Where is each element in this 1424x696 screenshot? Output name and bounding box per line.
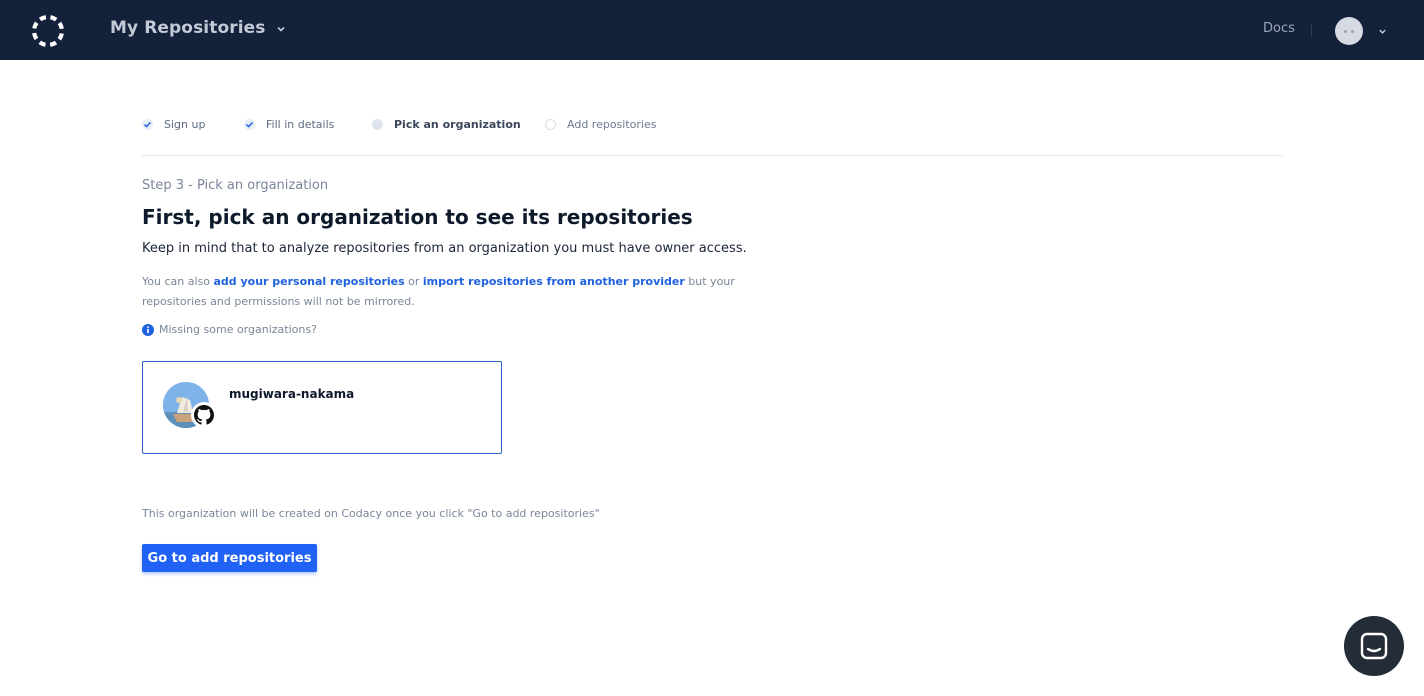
- header-divider: [1311, 24, 1312, 37]
- owner-access-hint: Keep in mind that to analyze repositorie…: [142, 241, 747, 256]
- missing-organizations-label: Missing some organizations?: [159, 323, 317, 336]
- main-heading: First, pick an organization to see its r…: [142, 205, 693, 229]
- docs-link[interactable]: Docs: [1263, 21, 1295, 36]
- repositories-dropdown[interactable]: My Repositories: [110, 18, 286, 38]
- step-add-repositories: Add repositories: [545, 118, 656, 131]
- top-navbar: My Repositories Docs: [0, 0, 1424, 60]
- step-label: Sign up: [164, 118, 206, 131]
- page-title: My Repositories: [110, 18, 266, 38]
- current-step-dot-icon: [372, 119, 383, 130]
- check-icon: [142, 119, 153, 130]
- note-text: or: [404, 275, 423, 288]
- creation-footnote: This organization will be created on Cod…: [142, 507, 600, 520]
- step-sign-up: Sign up: [142, 118, 205, 131]
- stepper-divider: [142, 155, 1283, 156]
- import-from-provider-link[interactable]: import repositories from another provide…: [423, 275, 685, 288]
- chat-icon: [1360, 632, 1388, 660]
- onboarding-stepper: Sign up Fill in details Pick an organiza…: [142, 118, 1283, 134]
- missing-organizations-help[interactable]: Missing some organizations?: [142, 323, 317, 336]
- organization-name: mugiwara-nakama: [229, 387, 355, 401]
- pending-step-dot-icon: [545, 119, 556, 130]
- step-label: Pick an organization: [394, 118, 521, 131]
- organization-card[interactable]: mugiwara-nakama: [142, 361, 502, 454]
- codacy-logo-icon[interactable]: [30, 13, 66, 49]
- step-fill-in-details: Fill in details: [244, 118, 334, 131]
- chevron-down-icon: [276, 26, 285, 32]
- check-icon: [244, 119, 255, 130]
- user-menu-chevron-icon[interactable]: [1378, 27, 1387, 36]
- step-pick-organization: Pick an organization: [372, 118, 521, 131]
- step-caption: Step 3 - Pick an organization: [142, 178, 329, 193]
- add-personal-repositories-link[interactable]: add your personal repositories: [213, 275, 404, 288]
- step-label: Fill in details: [266, 118, 335, 131]
- user-avatar[interactable]: [1335, 17, 1363, 45]
- info-icon: [142, 323, 154, 336]
- github-icon: [191, 402, 217, 428]
- chat-launcher-button[interactable]: [1344, 616, 1404, 676]
- step-label: Add repositories: [567, 118, 657, 131]
- go-to-add-repositories-button[interactable]: Go to add repositories: [142, 544, 317, 572]
- note-text: You can also: [142, 275, 214, 288]
- alternative-options-note: You can also add your personal repositor…: [142, 272, 762, 312]
